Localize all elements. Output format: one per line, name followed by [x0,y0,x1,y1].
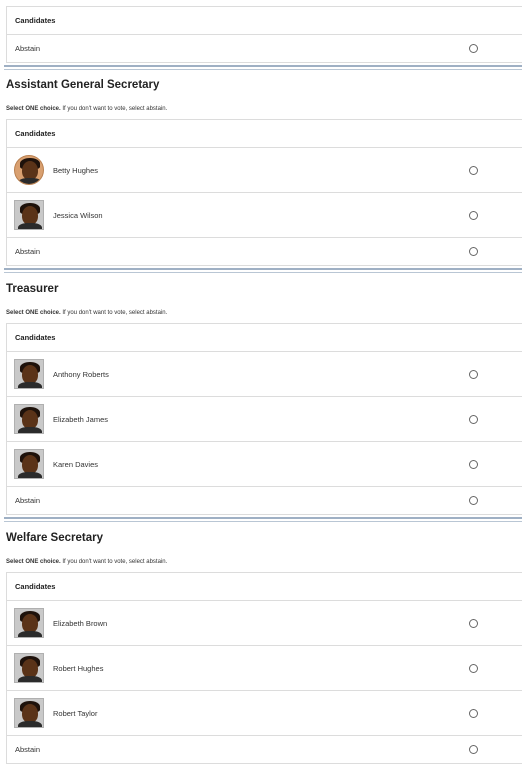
section-instructions: Select ONE choice. If you don't want to … [6,310,168,316]
candidate-row[interactable]: Elizabeth James [7,396,522,441]
candidate-photo [14,653,44,683]
candidate-photo [14,200,44,230]
abstain-radio[interactable] [469,745,478,754]
candidate-photo [14,359,44,389]
candidate-row[interactable]: Jessica Wilson [7,192,522,237]
abstain-label: Abstain [15,247,41,256]
candidate-radio[interactable] [469,414,478,424]
candidate-radio[interactable] [469,663,478,673]
candidates-header: Candidates [15,333,56,342]
section-title: Welfare Secretary [6,532,103,544]
section-divider [4,65,522,70]
abstain-option[interactable]: Abstain [7,486,522,514]
candidate-name: Jessica Wilson [53,210,103,220]
candidate-radio[interactable] [469,165,478,175]
abstain-label: Abstain [15,44,41,53]
candidate-photo [14,404,44,434]
candidate-name: Karen Davies [53,459,99,469]
candidates-header: Candidates [15,16,56,25]
candidates-header: Candidates [15,582,56,591]
abstain-label: Abstain [15,496,41,505]
candidate-name: Betty Hughes [53,165,99,175]
candidates-table: Candidates Anthony Roberts Elizabeth Jam… [6,323,522,515]
candidate-name: Anthony Roberts [53,369,109,379]
abstain-label: Abstain [15,745,41,754]
candidate-photo [14,155,44,185]
candidate-photo [14,698,44,728]
abstain-option[interactable]: Abstain [7,735,522,763]
candidates-header: Candidates [15,129,56,138]
candidate-photo [14,449,44,479]
candidates-table: Candidates Betty Hughes Jessica Wilson A… [6,119,522,266]
candidate-row[interactable]: Karen Davies [7,441,522,486]
candidate-name: Elizabeth James [53,414,109,424]
candidate-name: Robert Hughes [53,663,104,673]
candidate-row[interactable]: Anthony Roberts [7,351,522,396]
candidate-photo [14,608,44,638]
candidate-row[interactable]: Betty Hughes [7,147,522,192]
candidate-radio[interactable] [469,618,478,628]
candidate-radio[interactable] [469,369,478,379]
section-title: Assistant General Secretary [6,79,160,91]
candidate-row[interactable]: Robert Hughes [7,645,522,690]
section-instructions: Select ONE choice. If you don't want to … [6,559,168,565]
candidate-radio[interactable] [469,210,478,220]
section-instructions: Select ONE choice. If you don't want to … [6,106,168,112]
abstain-radio[interactable] [469,44,478,53]
section-divider [4,517,522,522]
candidate-row[interactable]: Robert Taylor [7,690,522,735]
section-divider [4,268,522,273]
candidate-radio[interactable] [469,708,478,718]
abstain-option[interactable]: Abstain [7,237,522,265]
candidates-table: Candidates Elizabeth Brown Robert Hughes… [6,572,522,764]
abstain-option[interactable]: Abstain [7,34,522,62]
section-title: Treasurer [6,283,59,295]
top-candidates-table: Candidates Abstain [6,6,522,63]
candidate-row[interactable]: Elizabeth Brown [7,600,522,645]
candidate-name: Elizabeth Brown [53,618,108,628]
candidate-radio[interactable] [469,459,478,469]
abstain-radio[interactable] [469,247,478,256]
ballot-page: Candidates Abstain Assistant General Sec… [0,0,522,765]
abstain-radio[interactable] [469,496,478,505]
candidate-name: Robert Taylor [53,708,98,718]
